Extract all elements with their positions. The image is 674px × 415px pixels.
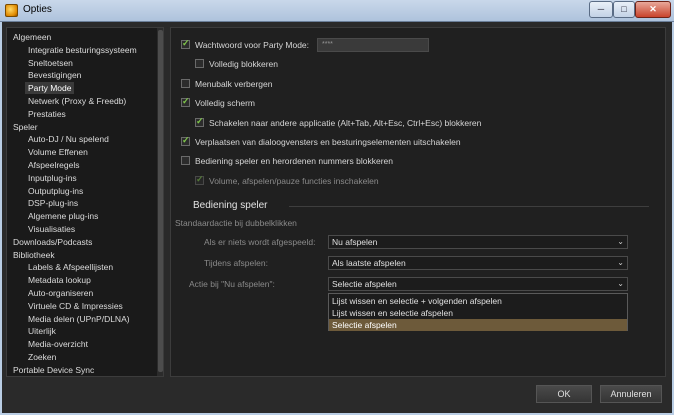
tree-scroll-thumb[interactable] <box>158 30 163 372</box>
tree-item[interactable]: Bevestigingen <box>25 69 84 81</box>
volume-functions-label: Volume, afspelen/pauze functies inschake… <box>209 176 379 186</box>
when-idle-label: Als er niets wordt afgespeeld: <box>204 237 316 247</box>
ok-button[interactable]: OK <box>536 385 592 403</box>
title-bar: Opties ─ □ ✕ <box>0 0 674 22</box>
full-lock-checkbox[interactable] <box>195 59 204 68</box>
tree-item[interactable]: DSP-plug-ins <box>25 197 81 209</box>
tree-item[interactable]: Prestaties <box>25 108 69 120</box>
section-title: Bediening speler <box>193 200 268 211</box>
tree-item[interactable]: Virtuele CD & Impressies <box>25 300 126 312</box>
when-playing-value: Als laatste afspelen <box>332 258 406 268</box>
section-divider <box>289 206 649 207</box>
play-now-select[interactable]: Selectie afspelen ⌄ <box>328 277 628 291</box>
disable-move-label: Verplaatsen van dialoogvensters en bestu… <box>195 137 461 147</box>
tree-item[interactable]: Visualisaties <box>25 223 78 235</box>
tree-item[interactable]: Inputplug-ins <box>25 172 80 184</box>
volume-functions-checkbox[interactable] <box>195 174 204 185</box>
tree-item[interactable]: Labels & Afspeellijsten <box>25 261 116 273</box>
tree-item[interactable]: Outputplug-ins <box>25 185 86 197</box>
options-tree: Algemeen Integratie besturingssysteem Snel… <box>6 27 164 377</box>
play-now-option[interactable]: Lijst wissen en selectie + volgenden afs… <box>329 295 627 307</box>
tree-item-selected[interactable]: Party Mode <box>25 82 75 95</box>
party-mode-panel: Wachtwoord voor Party Mode: **** Volledi… <box>170 27 666 377</box>
tree-item[interactable]: Volume Effenen <box>25 146 91 158</box>
window-title: Opties <box>23 4 52 15</box>
fullscreen-label: Volledig scherm <box>195 98 256 108</box>
tree-item[interactable]: Algemeen <box>10 31 54 43</box>
hide-menubar-label: Menubalk verbergen <box>195 79 273 89</box>
default-action-label: Standaardactie bij dubbelklikken <box>175 218 297 228</box>
password-label: Wachtwoord voor Party Mode: <box>195 40 310 50</box>
when-playing-label: Tijdens afspelen: <box>204 258 268 268</box>
disable-move-checkbox[interactable] <box>181 135 190 146</box>
password-field[interactable]: **** <box>317 38 429 52</box>
tree-item[interactable]: Portable Device Sync <box>10 364 97 376</box>
chevron-down-icon: ⌄ <box>617 279 624 288</box>
play-now-value: Selectie afspelen <box>332 279 397 289</box>
close-button[interactable]: ✕ <box>635 1 671 18</box>
minimize-button[interactable]: ─ <box>589 1 613 18</box>
block-switch-label: Schakelen naar andere applicatie (Alt+Ta… <box>209 118 482 128</box>
play-now-option-selected[interactable]: Selectie afspelen <box>329 319 627 331</box>
tree-item[interactable]: Uiterlijk <box>25 325 59 337</box>
tree-item[interactable]: Auto-DJ / Nu spelend <box>25 133 112 145</box>
tree-item[interactable]: Downloads/Podcasts <box>10 236 95 248</box>
tree-item[interactable]: Netwerk (Proxy & Freedb) <box>25 95 129 107</box>
tree-item[interactable]: Zoeken <box>25 351 59 363</box>
block-reorder-label: Bediening speler en herordenen nummers b… <box>195 156 393 166</box>
when-idle-select[interactable]: Nu afspelen ⌄ <box>328 235 628 249</box>
tree-item[interactable]: Media-overzicht <box>25 338 91 350</box>
tree-item[interactable]: Bibliotheek <box>10 249 58 261</box>
block-switch-checkbox[interactable] <box>195 116 204 127</box>
fullscreen-checkbox[interactable] <box>181 96 190 107</box>
play-now-option[interactable]: Lijst wissen en selectie afspelen <box>329 307 627 319</box>
block-reorder-checkbox[interactable] <box>181 156 190 165</box>
chevron-down-icon: ⌄ <box>617 258 624 267</box>
tree-item[interactable]: Speler <box>10 121 41 133</box>
tree-item[interactable]: Media delen (UPnP/DLNA) <box>25 313 133 325</box>
play-now-label: Actie bij "Nu afspelen": <box>189 279 275 289</box>
full-lock-label: Volledig blokkeren <box>209 59 278 69</box>
tree-scrollbar[interactable] <box>157 28 163 376</box>
tree-item[interactable]: Metadata lookup <box>25 274 94 286</box>
chevron-down-icon: ⌄ <box>617 237 624 246</box>
tree-item[interactable]: Sneltoetsen <box>25 57 76 69</box>
password-checkbox[interactable] <box>181 38 190 49</box>
cancel-button[interactable]: Annuleren <box>600 385 662 403</box>
hide-menubar-checkbox[interactable] <box>181 79 190 88</box>
tree-item[interactable]: Afspeelregels <box>25 159 83 171</box>
app-logo-icon <box>5 4 18 17</box>
tree-item[interactable]: Integratie besturingssysteem <box>25 44 140 56</box>
when-playing-select[interactable]: Als laatste afspelen ⌄ <box>328 256 628 270</box>
tree-item[interactable]: Auto-organiseren <box>25 287 96 299</box>
play-now-options: Lijst wissen en selectie + volgenden afs… <box>328 293 628 331</box>
when-idle-value: Nu afspelen <box>332 237 378 247</box>
maximize-button[interactable]: □ <box>613 1 635 18</box>
tree-item[interactable]: Algemene plug-ins <box>25 210 101 222</box>
